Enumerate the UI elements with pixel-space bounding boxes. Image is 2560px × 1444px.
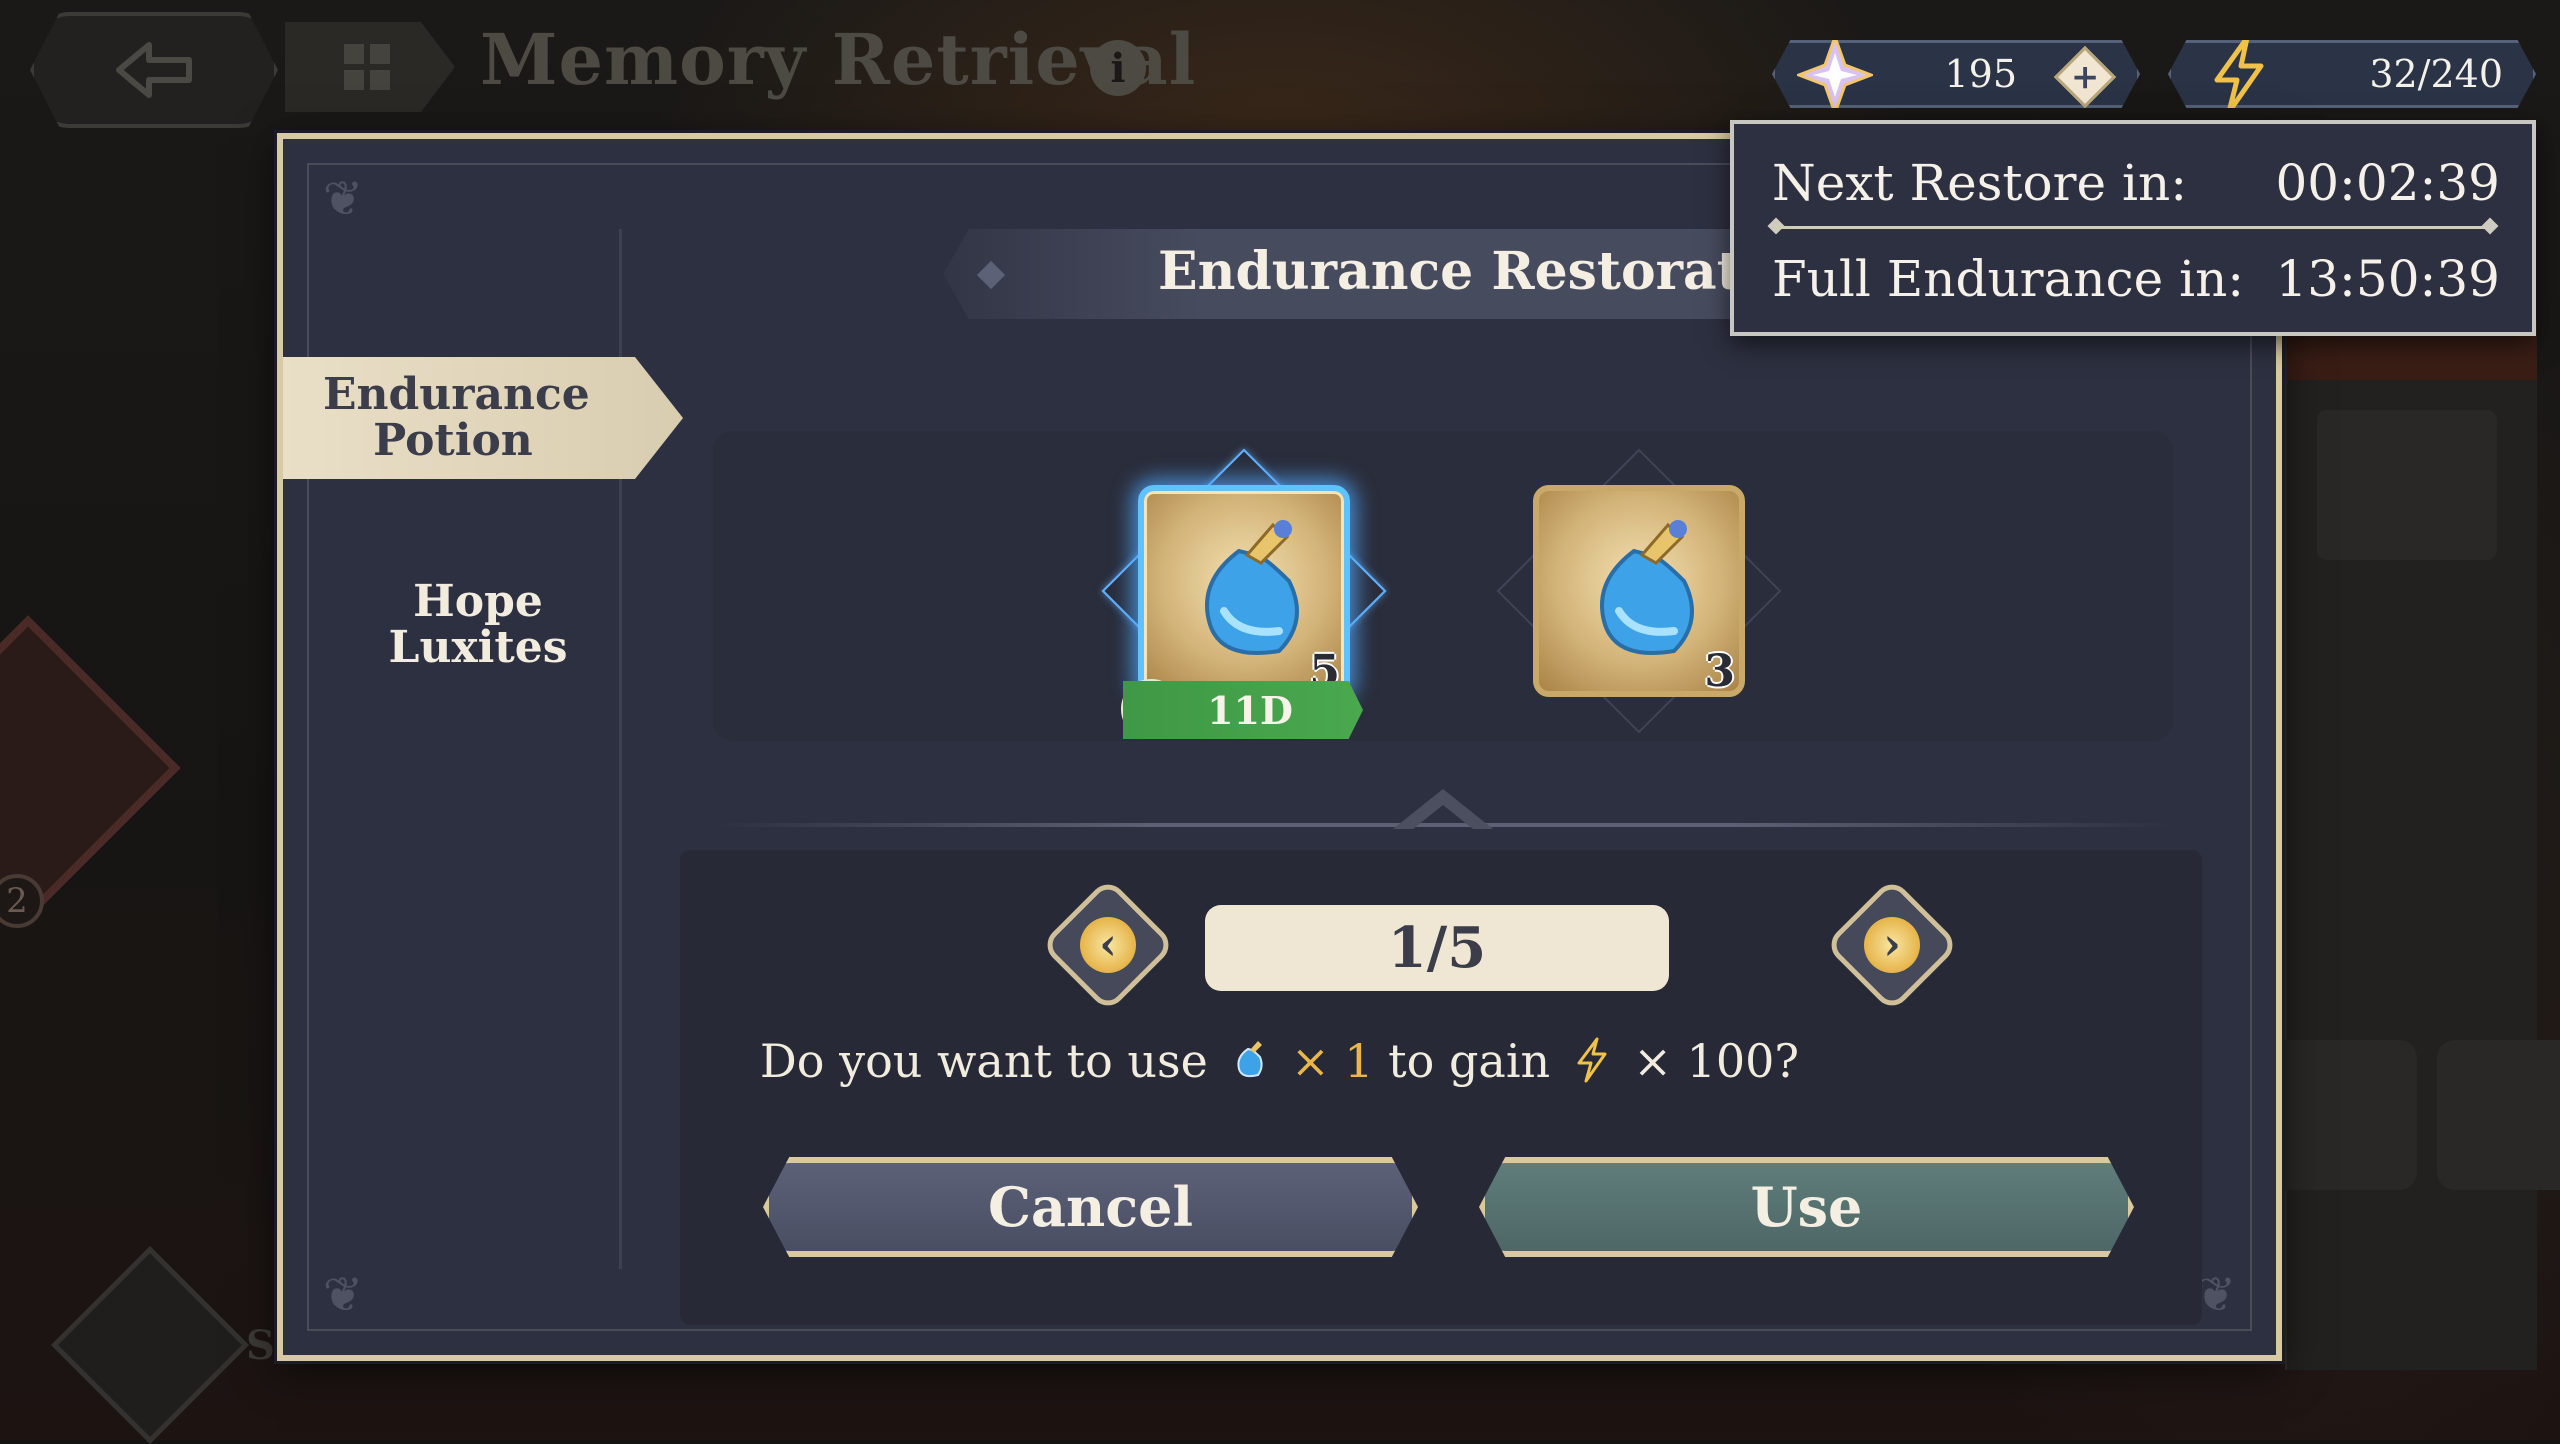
- crystal-amount: 195: [1944, 52, 2017, 96]
- background-side-panel: [2267, 320, 2560, 1370]
- page-title: Memory Retrieval: [480, 18, 1197, 101]
- add-icon: +: [2070, 57, 2100, 97]
- prompt-text-gain: to gain: [1388, 1034, 1551, 1088]
- tab-label: Endurance Potion: [323, 369, 590, 466]
- tooltip-divider: [1774, 226, 2492, 229]
- endurance-amount: 32/240: [2369, 52, 2503, 96]
- background-label: S: [246, 1322, 275, 1369]
- lightning-icon: [2199, 40, 2279, 108]
- item-selection-area: [713, 431, 2173, 741]
- endurance-counter[interactable]: 32/240: [2168, 40, 2536, 108]
- expiry-tag: 11D: [1123, 681, 1363, 739]
- use-button[interactable]: Use: [1479, 1157, 2134, 1257]
- full-endurance-label: Full Endurance in:: [1772, 250, 2245, 308]
- lightning-icon: [1575, 1037, 1609, 1094]
- prompt-text-use: Do you want to use: [759, 1034, 1208, 1088]
- section-divider: [713, 823, 2173, 827]
- crystal-icon: [1795, 40, 1875, 108]
- add-crystals-button[interactable]: +: [2053, 45, 2117, 108]
- cancel-button[interactable]: Cancel: [763, 1157, 1418, 1257]
- tab-hope-luxites[interactable]: Hope Luxites: [333, 579, 623, 671]
- crystal-counter: 195 +: [1772, 40, 2140, 108]
- info-icon[interactable]: i: [1090, 40, 1146, 96]
- item-multiplier: × 1: [1291, 1034, 1374, 1088]
- confirmation-prompt: Do you want to use × 1 to gain × 100?: [283, 1034, 2276, 1094]
- corner-ornament-icon: ❦: [322, 1267, 364, 1323]
- back-button[interactable]: [30, 12, 278, 128]
- chevron-left-icon: ‹: [1080, 917, 1136, 973]
- potion-icon: [1232, 1038, 1266, 1092]
- module-tab[interactable]: [285, 22, 455, 112]
- corner-ornament-icon: ❦: [322, 171, 364, 227]
- endurance-restore-tooltip: Next Restore in: 00:02:39 Full Endurance…: [1730, 120, 2536, 336]
- item-slot-potion[interactable]: 3: [1496, 448, 1782, 734]
- chevron-right-icon: ›: [1864, 917, 1920, 973]
- next-restore-label: Next Restore in:: [1772, 154, 2188, 212]
- item-count: 3: [1704, 646, 1735, 697]
- full-endurance-timer: 13:50:39: [2275, 250, 2500, 308]
- next-restore-timer: 00:02:39: [2275, 154, 2500, 212]
- quantity-display: 1/5: [1205, 905, 1669, 991]
- item-slot-potion-selected[interactable]: 5: [1101, 448, 1387, 734]
- back-arrow-icon: [116, 42, 192, 98]
- gain-multiplier: × 100?: [1633, 1034, 1800, 1088]
- module-icon: [344, 44, 390, 90]
- tab-endurance-potion[interactable]: Endurance Potion: [283, 357, 683, 479]
